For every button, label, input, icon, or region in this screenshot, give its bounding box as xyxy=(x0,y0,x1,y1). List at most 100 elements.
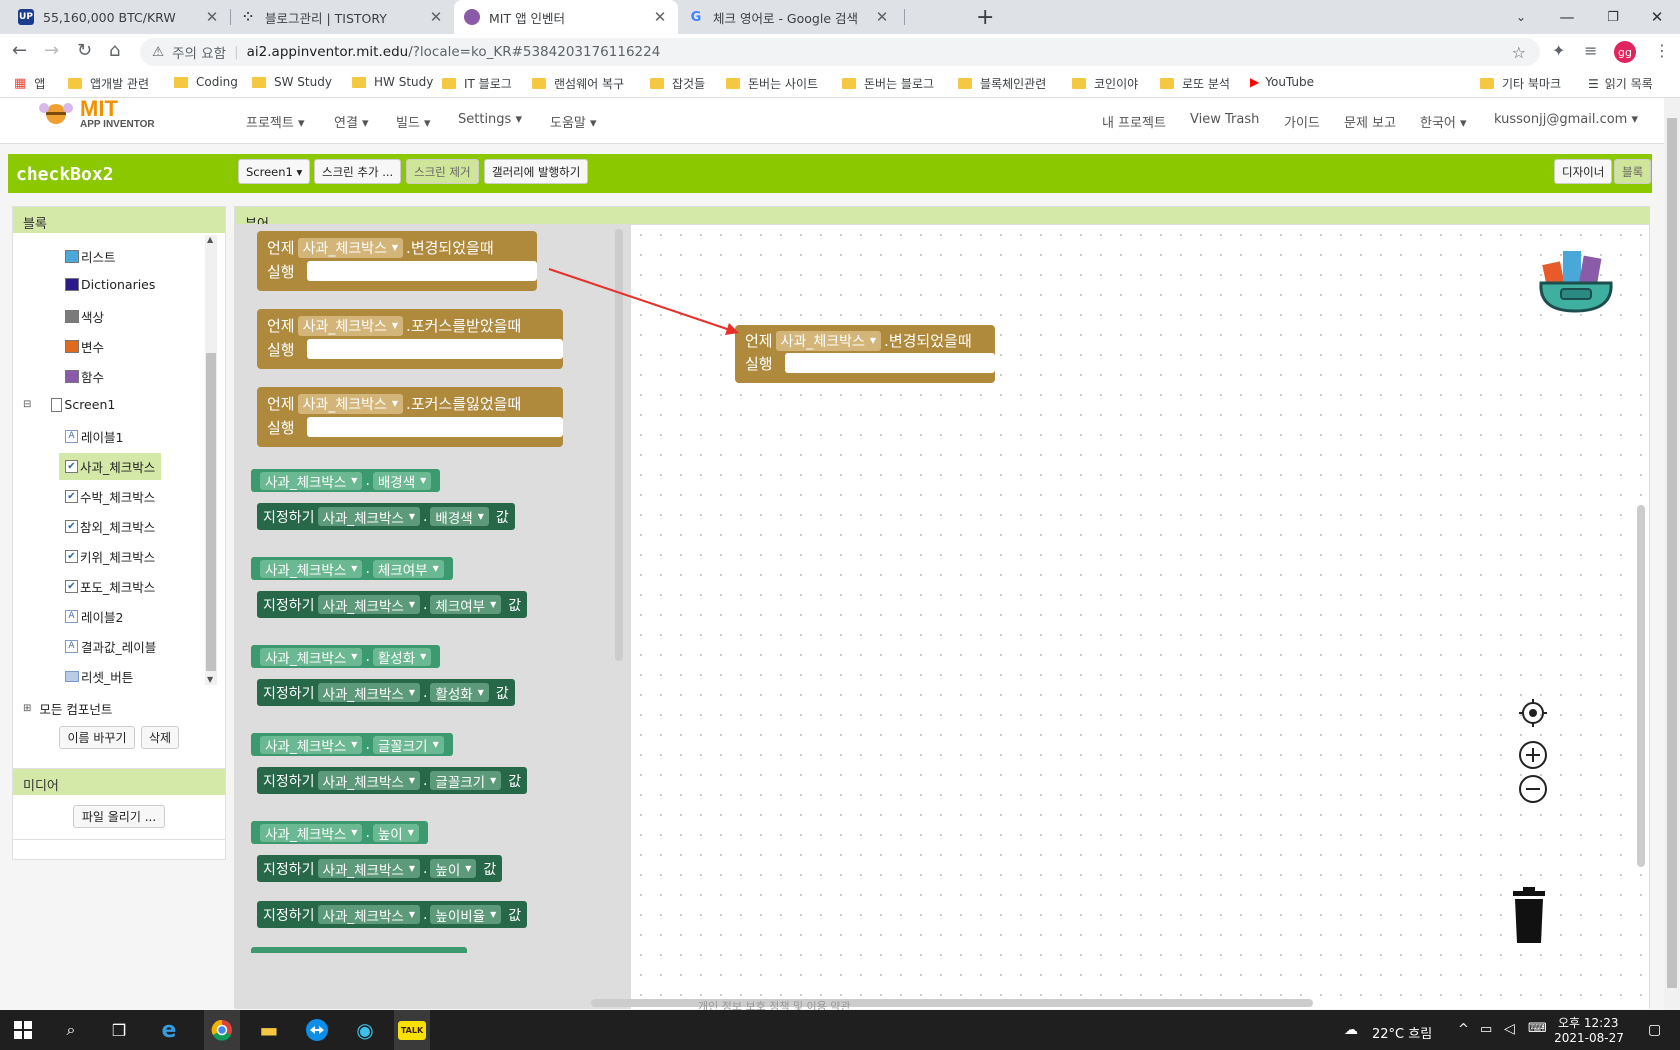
footer-privacy[interactable]: 개인 정보 보호 정책 및 이용 약관 xyxy=(698,998,851,1010)
internet-explorer-icon[interactable]: e xyxy=(156,1018,182,1043)
center-workspace-icon[interactable] xyxy=(1517,697,1549,729)
property-dropdown[interactable]: 글꼴크기 ▼ xyxy=(430,771,502,791)
reload-icon[interactable]: ↻ xyxy=(77,40,92,61)
teamviewer-icon[interactable] xyxy=(304,1018,330,1042)
component-dropdown[interactable]: 사과_체크박스 ▼ xyxy=(297,315,404,336)
property-dropdown[interactable]: 높이 ▼ xyxy=(372,823,419,843)
blocks-workspace[interactable]: 언제 사과_체크박스 ▼ .변경되었을때 실행 언제 사과_체크박스 ▼ .포커스를… xyxy=(234,224,1650,1009)
new-tab-icon[interactable]: + xyxy=(976,5,994,30)
tree-item-result-label[interactable]: A 결과값_레이블 xyxy=(65,637,156,656)
property-dropdown[interactable]: 체크여부 ▼ xyxy=(430,595,502,615)
reading-list-icon[interactable]: ≡ xyxy=(1584,41,1597,60)
chrome-icon[interactable] xyxy=(204,1010,240,1050)
menu-my-projects[interactable]: 내 프로젝트 xyxy=(1102,112,1166,131)
blocks-button[interactable]: 블록 xyxy=(1614,159,1652,184)
tree-item-grape-checkbox[interactable]: ✔ 포도_체크박스 xyxy=(65,577,155,596)
bookmark-other[interactable]: 기타 북마크 xyxy=(1480,75,1561,92)
setter-block-checked[interactable]: 지정하기 사과_체크박스 ▼ . 체크여부 ▼ 값 xyxy=(257,591,528,618)
task-view-icon[interactable]: ❒ xyxy=(106,1018,132,1042)
notifications-icon[interactable]: ▢ xyxy=(1648,1022,1661,1038)
backpack-icon[interactable] xyxy=(1535,241,1619,315)
menu-report-issue[interactable]: 문제 보고 xyxy=(1344,112,1396,131)
upload-file-button[interactable]: 파일 올리기 ... xyxy=(73,805,165,828)
flyout-scrollbar[interactable] xyxy=(615,229,623,661)
close-tab-icon[interactable]: ✕ xyxy=(204,8,220,26)
property-dropdown[interactable]: 배경색 ▼ xyxy=(372,471,432,491)
event-block-lost-focus[interactable]: 언제 사과_체크박스 ▼ .포커스를잃었을때 실행 xyxy=(257,387,563,447)
close-tab-icon[interactable]: ✕ xyxy=(874,8,890,26)
clock-time[interactable]: 오후 12:23 xyxy=(1558,1014,1618,1031)
setter-block-background-color[interactable]: 지정하기 사과_체크박스 ▼ . 배경색 ▼ 값 xyxy=(257,503,515,530)
weather-text[interactable]: 22°C 흐림 xyxy=(1372,1023,1432,1042)
edge-icon[interactable]: ◉ xyxy=(352,1018,378,1042)
page-scrollbar-thumb[interactable] xyxy=(1667,118,1677,988)
bookmark-folder[interactable]: HW Study xyxy=(352,75,433,89)
home-icon[interactable]: ⌂ xyxy=(109,40,120,61)
tree-item-procedures[interactable]: 함수 xyxy=(65,367,104,386)
bookmark-folder[interactable]: IT 블로그 xyxy=(442,75,512,92)
browser-tab-google[interactable]: G 체크 영어로 - Google 검색 ✕ xyxy=(678,0,900,34)
appinventor-logo[interactable]: MIT APP INVENTOR xyxy=(36,98,166,138)
rename-button[interactable]: 이름 바꾸기 xyxy=(59,726,135,749)
tree-item-watermelon-checkbox[interactable]: ✔ 수박_체크박스 xyxy=(65,487,155,506)
tree-item-dictionaries[interactable]: Dictionaries xyxy=(65,277,155,292)
zoom-in-icon[interactable] xyxy=(1517,739,1549,771)
getter-block-checked[interactable]: 사과_체크박스 ▼ . 체크여부 ▼ xyxy=(251,557,453,580)
menu-account[interactable]: kussonjj@gmail.com ▾ xyxy=(1494,112,1638,127)
component-dropdown[interactable]: 사과_체크박스 ▼ xyxy=(297,237,404,258)
tree-item-lists[interactable]: 리스트 xyxy=(65,247,116,266)
file-explorer-icon[interactable]: ▬ xyxy=(256,1018,282,1042)
canvas-vertical-scrollbar[interactable] xyxy=(1637,505,1645,867)
zoom-out-icon[interactable] xyxy=(1517,773,1549,805)
extensions-icon[interactable]: ✦ xyxy=(1552,41,1565,60)
tree-item-variables[interactable]: 변수 xyxy=(65,337,104,356)
property-dropdown[interactable]: 활성화 ▼ xyxy=(372,647,432,667)
getter-block-height[interactable]: 사과_체크박스 ▼ . 높이 ▼ xyxy=(251,821,428,844)
more-menu-icon[interactable]: ⋮ xyxy=(1654,41,1670,60)
tree-item-colors[interactable]: 색상 xyxy=(65,307,104,326)
property-dropdown[interactable]: 배경색 ▼ xyxy=(430,507,489,527)
tree-scrollbar-thumb[interactable] xyxy=(206,353,216,671)
tree-item-label2[interactable]: A 레이블2 xyxy=(65,607,123,626)
getter-block-background-color[interactable]: 사과_체크박스 ▼ . 배경색 ▼ xyxy=(251,469,441,492)
trash-icon[interactable] xyxy=(1509,887,1549,947)
close-tab-icon[interactable]: ✕ xyxy=(652,8,668,26)
tree-scrollbar[interactable]: ▲ ▼ xyxy=(205,235,217,685)
event-block-got-focus[interactable]: 언제 사과_체크박스 ▼ .포커스를받았을때 실행 xyxy=(257,309,563,369)
canvas-event-block-changed[interactable]: 언제 사과_체크박스 ▼ .변경되었을때 실행 xyxy=(735,325,995,383)
bookmark-folder[interactable]: 블록체인관련 xyxy=(958,75,1046,92)
menu-connect[interactable]: 연결 ▾ xyxy=(334,112,369,131)
setter-block-font-size[interactable]: 지정하기 사과_체크박스 ▼ . 글꼴크기 ▼ 값 xyxy=(257,767,528,794)
component-dropdown[interactable]: 사과_체크박스 ▼ xyxy=(260,559,363,579)
component-dropdown[interactable]: 사과_체크박스 ▼ xyxy=(297,393,404,414)
menu-build[interactable]: 빌드 ▾ xyxy=(396,112,431,131)
tree-item-apple-checkbox[interactable]: ✔ 사과_체크박스 xyxy=(59,453,162,480)
bookmark-folder[interactable]: SW Study xyxy=(252,75,332,89)
bookmark-folder[interactable]: 코인이야 xyxy=(1072,75,1138,92)
back-icon[interactable]: ← xyxy=(12,40,27,61)
component-dropdown[interactable]: 사과_체크박스 ▼ xyxy=(317,771,420,791)
tree-item-melon-checkbox[interactable]: ✔ 참외_체크박스 xyxy=(65,517,155,536)
delete-button[interactable]: 삭제 xyxy=(141,726,179,749)
bookmark-folder[interactable]: 랜섬웨어 복구 xyxy=(532,75,624,92)
reading-list[interactable]: ☰ 읽기 목록 xyxy=(1588,75,1653,92)
bookmark-folder[interactable]: 돈버는 사이트 xyxy=(726,75,818,92)
close-window-icon[interactable]: ✕ xyxy=(1634,0,1680,34)
browser-tab-appinventor[interactable]: MIT 앱 인벤터 ✕ xyxy=(454,0,678,34)
bookmark-folder[interactable]: 앱개발 관련 xyxy=(68,75,149,92)
tree-item-screen1[interactable]: ⊟ Screen1 xyxy=(23,397,115,412)
menu-help[interactable]: 도움말 ▾ xyxy=(550,112,597,131)
menu-guide[interactable]: 가이드 xyxy=(1284,112,1320,131)
tray-expand-icon[interactable]: ^ xyxy=(1458,1022,1469,1037)
tab-search-icon[interactable]: ⌄ xyxy=(1498,0,1544,34)
component-dropdown[interactable]: 사과_체크박스 ▼ xyxy=(317,905,420,925)
volume-icon[interactable]: ◁ xyxy=(1504,1021,1515,1037)
minimize-icon[interactable]: — xyxy=(1544,0,1590,34)
menu-project[interactable]: 프로젝트 ▾ xyxy=(246,112,305,131)
clock-date[interactable]: 2021-08-27 xyxy=(1552,1031,1626,1045)
page-scrollbar[interactable] xyxy=(1664,98,1680,1010)
expand-icon[interactable]: ⊞ xyxy=(23,703,31,714)
bookmark-apps[interactable]: ▦ 앱 xyxy=(14,75,45,92)
bookmark-folder[interactable]: 돈버는 블로그 xyxy=(842,75,934,92)
component-dropdown[interactable]: 사과_체크박스 ▼ xyxy=(317,859,420,879)
